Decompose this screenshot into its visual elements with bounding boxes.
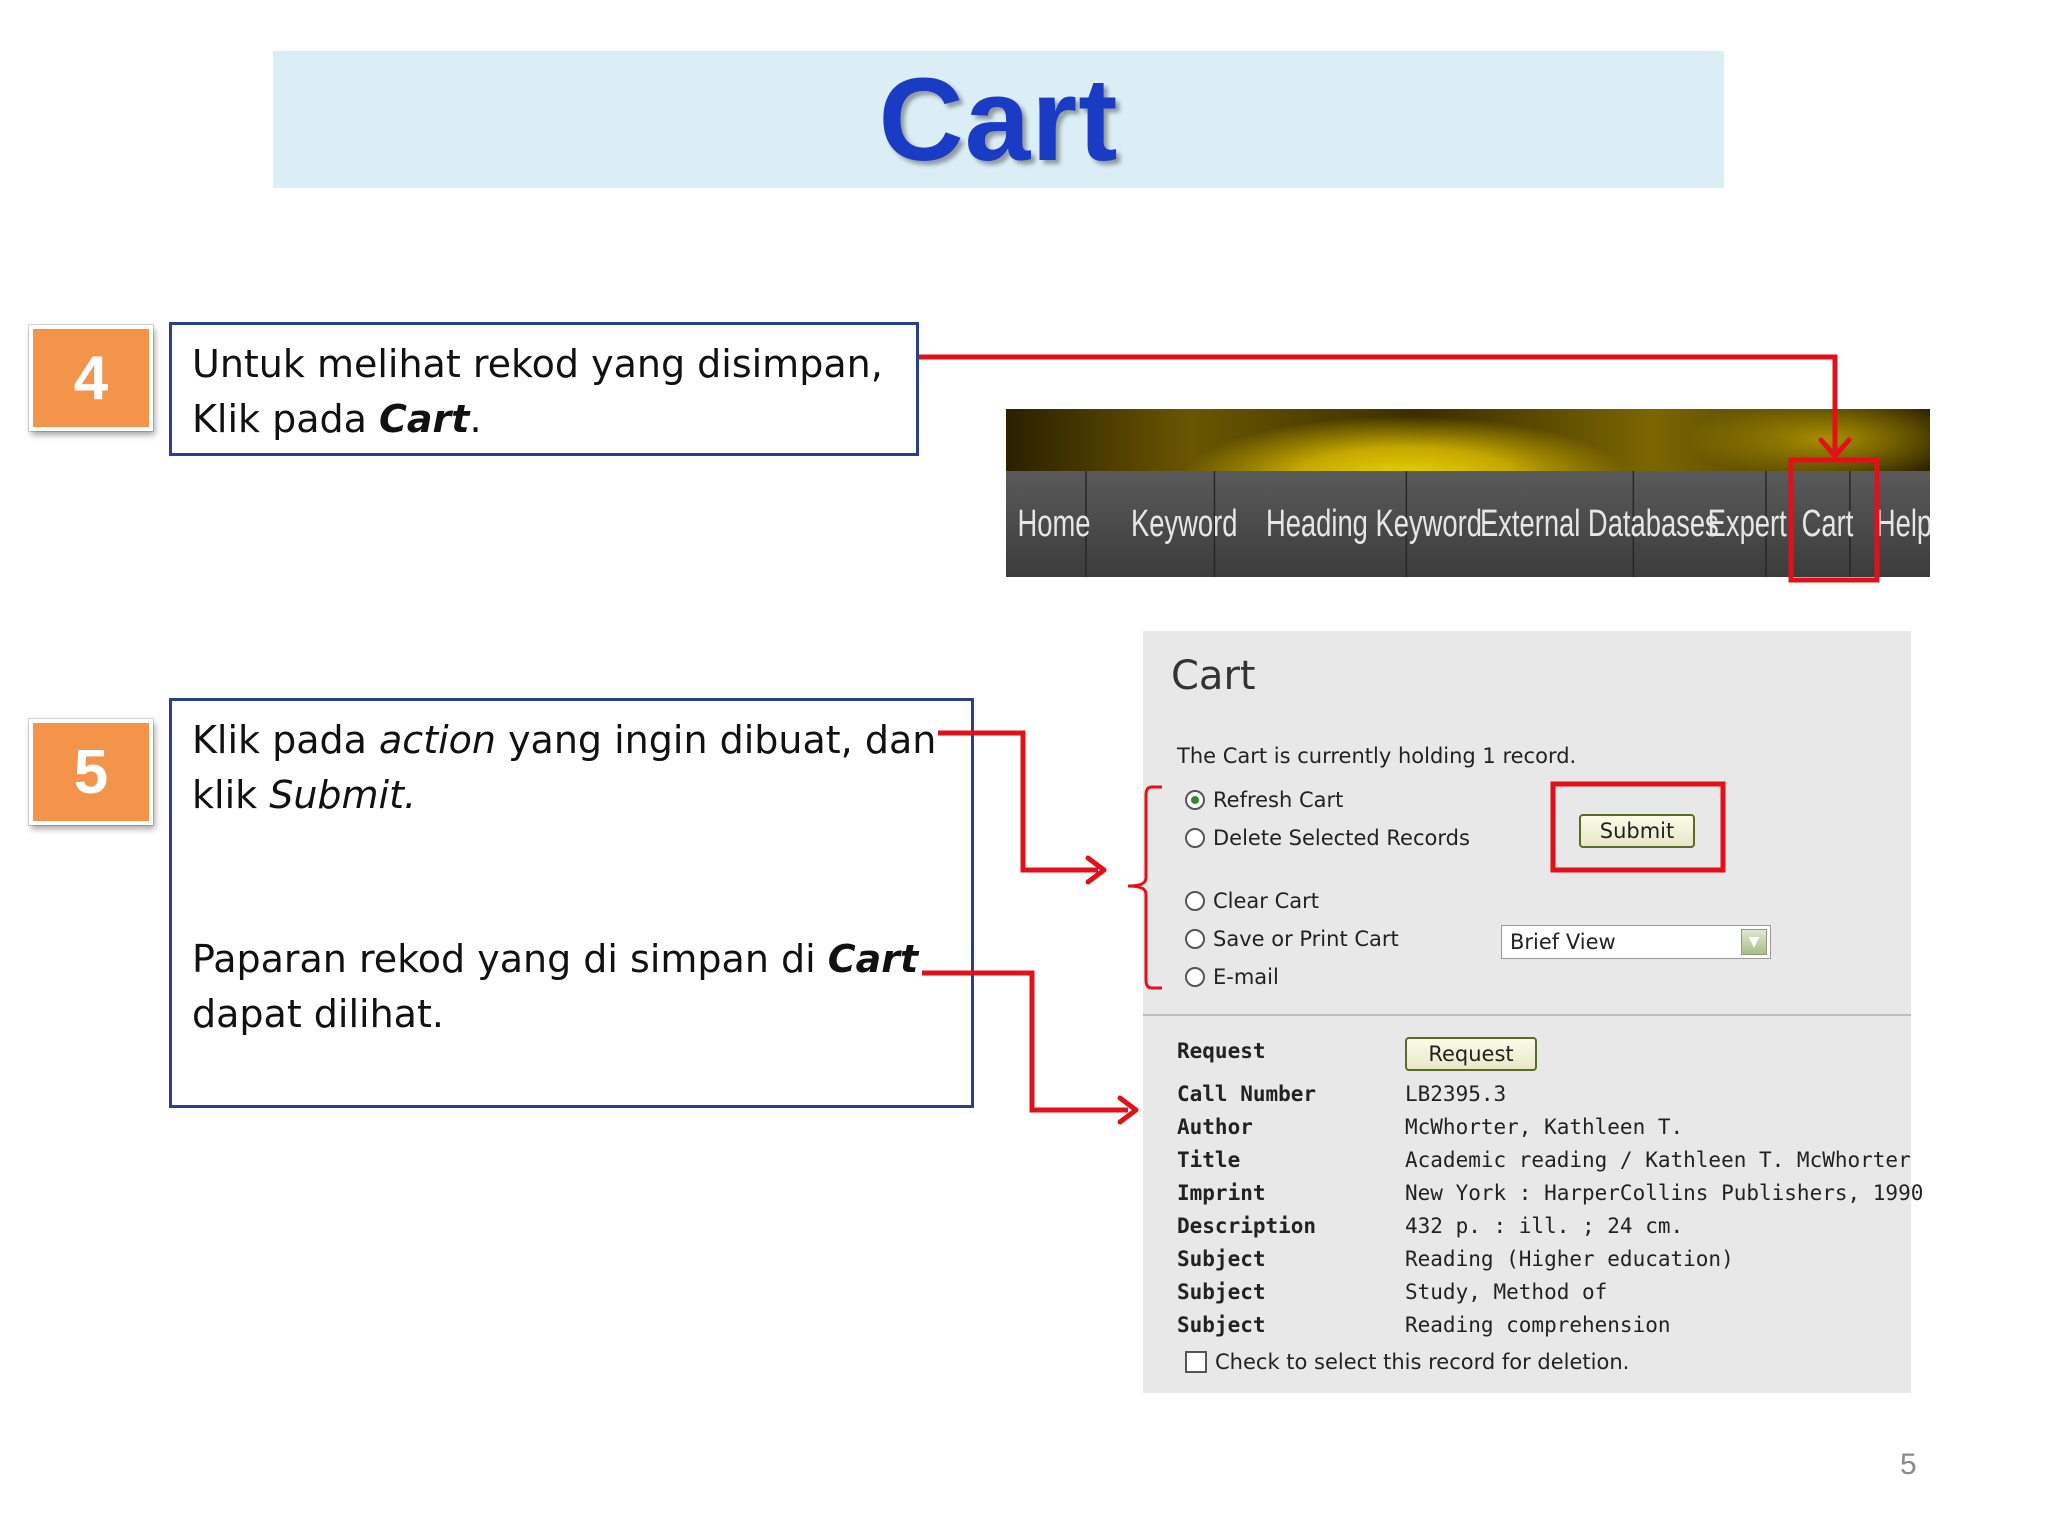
step-4-line-2-suffix: . <box>469 396 482 441</box>
opac-nav-bar: Home Keyword Heading Keyword External Da… <box>1006 471 1930 577</box>
radio-delete-selected[interactable] <box>1185 828 1205 848</box>
record-field-value: Academic reading / Kathleen T. McWhorter <box>1405 1148 1911 1172</box>
step-5-line-3: Paparan rekod yang di simpan di Cart <box>192 932 951 987</box>
cart-status-text: The Cart is currently holding 1 record. <box>1177 744 1577 768</box>
option-label: Save or Print Cart <box>1213 927 1399 951</box>
request-label: Request <box>1177 1039 1266 1063</box>
record-field-label: Call Number <box>1177 1082 1317 1106</box>
request-button[interactable]: Request <box>1405 1037 1537 1071</box>
step-5-submit-emphasis: Submit. <box>269 772 417 817</box>
option-save-print-cart[interactable]: Save or Print Cart <box>1185 927 1399 951</box>
slide-title: Cart <box>878 53 1119 186</box>
panel-divider <box>1143 1014 1911 1016</box>
nav-item-heading-keyword[interactable]: Heading Keyword <box>1253 471 1482 577</box>
step-4-instruction-box: Untuk melihat rekod yang disimpan, Klik … <box>169 322 919 456</box>
record-field-label: Title <box>1177 1148 1241 1172</box>
step-4-cart-emphasis: Cart <box>379 396 470 441</box>
delete-record-checkbox-row[interactable]: Check to select this record for deletion… <box>1185 1350 1629 1374</box>
view-format-select[interactable]: Brief View ▼ <box>1501 925 1771 959</box>
nav-item-expert[interactable]: Expert <box>1699 471 1787 577</box>
option-label: E-mail <box>1213 965 1279 989</box>
record-field-label: Author <box>1177 1115 1253 1139</box>
cart-panel: Cart The Cart is currently holding 1 rec… <box>1143 631 1923 1393</box>
step-5-line-1-suffix: yang ingin dibuat, dan <box>495 718 937 762</box>
title-banner: Cart <box>273 51 1724 188</box>
submit-button[interactable]: Submit <box>1579 814 1695 848</box>
option-label: Delete Selected Records <box>1213 826 1470 850</box>
arrowhead-record <box>1117 1095 1139 1125</box>
step-5-cart-emphasis: Cart <box>827 937 919 982</box>
arrowhead-options <box>1085 855 1107 885</box>
step-4-badge: 4 <box>29 325 153 431</box>
option-email[interactable]: E-mail <box>1185 965 1279 989</box>
step-5-line-3-prefix: Paparan rekod yang di simpan di <box>192 937 828 982</box>
radio-email[interactable] <box>1185 967 1205 987</box>
record-field-label: Subject <box>1177 1313 1266 1337</box>
step-5-line-4: dapat dilihat. <box>192 992 444 1037</box>
chevron-down-icon[interactable]: ▼ <box>1741 929 1767 955</box>
radio-refresh-cart[interactable] <box>1185 790 1205 810</box>
nav-item-cart[interactable]: Cart <box>1793 471 1853 577</box>
option-clear-cart[interactable]: Clear Cart <box>1185 889 1319 913</box>
option-delete-selected[interactable]: Delete Selected Records <box>1185 826 1470 850</box>
option-label: Refresh Cart <box>1213 788 1344 812</box>
nav-item-home[interactable]: Home <box>1006 471 1091 577</box>
delete-record-checkbox-label: Check to select this record for deletion… <box>1215 1350 1630 1374</box>
step-5-action-emphasis: action <box>379 718 496 762</box>
delete-record-checkbox[interactable] <box>1185 1351 1207 1373</box>
step-5-line-2: klik Submit. <box>192 768 951 823</box>
opac-nav-screenshot: Home Keyword Heading Keyword External Da… <box>1006 409 1930 577</box>
step-5-line-2-prefix: klik <box>192 772 270 817</box>
record-field-label: Subject <box>1177 1280 1266 1304</box>
step-4-line-2: Klik pada Cart. <box>192 392 896 447</box>
record-field-value: New York : HarperCollins Publishers, 199… <box>1405 1181 1924 1205</box>
step-5-instruction-box: Klik pada action yang ingin dibuat, dan … <box>169 698 974 1108</box>
record-field-label: Description <box>1177 1214 1317 1238</box>
record-field-label: Imprint <box>1177 1181 1266 1205</box>
step-4-line-1: Untuk melihat rekod yang disimpan, <box>192 342 883 386</box>
view-format-value: Brief View <box>1510 930 1616 954</box>
step-5-badge: 5 <box>29 719 153 825</box>
record-field-value: Reading (Higher education) <box>1405 1247 1734 1271</box>
record-field-label: Subject <box>1177 1247 1266 1271</box>
radio-clear-cart[interactable] <box>1185 891 1205 911</box>
option-refresh-cart[interactable]: Refresh Cart <box>1185 788 1343 812</box>
step-5-line-1-prefix: Klik pada <box>192 718 380 762</box>
option-label: Clear Cart <box>1213 889 1319 913</box>
record-field-value: LB2395.3 <box>1405 1082 1507 1106</box>
record-field-value: McWhorter, Kathleen T. <box>1405 1115 1684 1139</box>
cart-heading: Cart <box>1171 653 1256 699</box>
step-5-line-1: Klik pada action yang ingin dibuat, dan <box>192 713 951 768</box>
opac-header-banner <box>1006 409 1930 471</box>
nav-item-external-databases[interactable]: External Databases <box>1467 471 1719 577</box>
step-4-line-2-prefix: Klik pada <box>192 396 380 441</box>
radio-save-print-cart[interactable] <box>1185 929 1205 949</box>
page-number: 5 <box>1900 1448 1917 1481</box>
record-field-value: 432 p. : ill. ; 24 cm. <box>1405 1214 1684 1238</box>
record-field-value: Study, Method of <box>1405 1280 1608 1304</box>
nav-item-keyword[interactable]: Keyword <box>1118 471 1237 577</box>
nav-item-help[interactable]: Help <box>1873 471 1930 577</box>
record-field-value: Reading comprehension <box>1405 1313 1671 1337</box>
